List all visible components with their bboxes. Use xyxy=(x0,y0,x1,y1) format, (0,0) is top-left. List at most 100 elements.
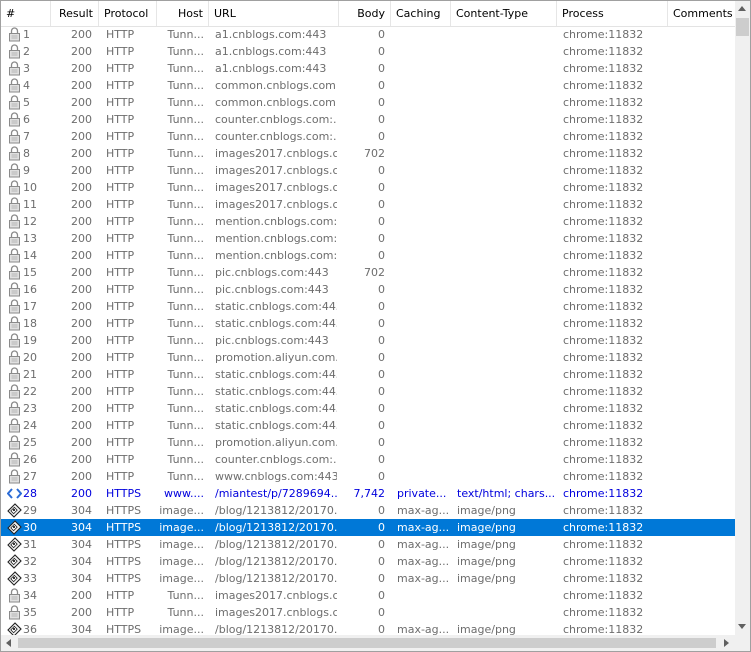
session-row[interactable]: 17 200 HTTP Tunn... static.cnblogs.com:443 0 c… xyxy=(1,298,735,315)
column-header-num[interactable]: # xyxy=(1,1,51,26)
column-header-protocol[interactable]: Protocol xyxy=(99,1,157,26)
cell-result: 200 xyxy=(71,96,92,109)
session-row[interactable]: 24 200 HTTP Tunn... static.cnblogs.com:443 0 c… xyxy=(1,417,735,434)
cell-protocol: HTTP xyxy=(106,181,135,194)
cell-caching xyxy=(397,128,449,145)
cell-caching xyxy=(397,111,449,128)
column-header-result[interactable]: Result xyxy=(51,1,99,26)
scroll-down-arrow-icon[interactable] xyxy=(738,624,746,629)
session-row[interactable]: 2 200 HTTP Tunn... a1.cnblogs.com:443 0 chrome… xyxy=(1,43,735,60)
scroll-left-arrow-icon[interactable] xyxy=(6,639,11,647)
session-row[interactable]: 14 200 HTTP Tunn... mention.cnblogs.com:... 0… xyxy=(1,247,735,264)
session-row[interactable]: 5 200 HTTP Tunn... common.cnblogs.com:... 0 ch… xyxy=(1,94,735,111)
horizontal-scroll-thumb[interactable] xyxy=(18,638,716,648)
session-row[interactable]: 6 200 HTTP Tunn... counter.cnblogs.com:... 0 c… xyxy=(1,111,735,128)
vertical-scroll-thumb[interactable] xyxy=(736,18,749,36)
session-row[interactable]: 32 304 HTTPS image... /blog/1213812/20170...… xyxy=(1,553,735,570)
cell-num: 20 xyxy=(23,351,37,364)
session-row[interactable]: 20 200 HTTP Tunn... promotion.aliyun.com... 0… xyxy=(1,349,735,366)
cell-content-type xyxy=(457,587,555,604)
cell-process: chrome:11832 xyxy=(563,181,644,194)
session-row[interactable]: 34 200 HTTP Tunn... images2017.cnblogs.c... 0… xyxy=(1,587,735,604)
cell-caching xyxy=(397,315,449,332)
session-row[interactable]: 23 200 HTTP Tunn... static.cnblogs.com:443 0 c… xyxy=(1,400,735,417)
cell-host: Tunn... xyxy=(167,164,204,177)
session-row[interactable]: 1 200 HTTP Tunn... a1.cnblogs.com:443 0 chrome… xyxy=(1,26,735,43)
session-row[interactable]: 15 200 HTTP Tunn... pic.cnblogs.com:443 702 ch… xyxy=(1,264,735,281)
cell-body: 0 xyxy=(378,283,385,296)
session-row[interactable]: 27 200 HTTP Tunn... www.cnblogs.com:443 0 chro… xyxy=(1,468,735,485)
session-row[interactable]: 28 200 HTTPS www.... /miantest/p/7289694....… xyxy=(1,485,735,502)
session-row[interactable]: 7 200 HTTP Tunn... counter.cnblogs.com:... 0 c… xyxy=(1,128,735,145)
cell-result: 304 xyxy=(71,521,92,534)
cell-result: 200 xyxy=(71,436,92,449)
session-row[interactable]: 22 200 HTTP Tunn... static.cnblogs.com:443 0 c… xyxy=(1,383,735,400)
session-row[interactable]: 26 200 HTTP Tunn... counter.cnblogs.com:... 0… xyxy=(1,451,735,468)
cell-comments xyxy=(674,604,734,621)
scroll-up-arrow-icon[interactable] xyxy=(738,6,746,11)
cell-process: chrome:11832 xyxy=(563,164,644,177)
session-row[interactable]: 25 200 HTTP Tunn... promotion.aliyun.com... 0… xyxy=(1,434,735,451)
session-row[interactable]: 18 200 HTTP Tunn... static.cnblogs.com:443 0 c… xyxy=(1,315,735,332)
cell-process: chrome:11832 xyxy=(563,96,644,109)
lock-icon xyxy=(7,180,22,195)
cell-content-type: image/png xyxy=(457,572,516,585)
cell-content-type xyxy=(457,111,555,128)
cell-content-type xyxy=(457,349,555,366)
cell-comments xyxy=(674,485,734,502)
lock-icon xyxy=(7,469,22,484)
horizontal-scrollbar[interactable] xyxy=(1,635,735,651)
cell-body: 0 xyxy=(378,504,385,517)
cell-content-type xyxy=(457,315,555,332)
session-row[interactable]: 11 200 HTTP Tunn... images2017.cnblogs.c... 0… xyxy=(1,196,735,213)
session-row[interactable]: 12 200 HTTP Tunn... mention.cnblogs.com:... 0… xyxy=(1,213,735,230)
cell-comments xyxy=(674,26,734,43)
cell-process: chrome:11832 xyxy=(563,453,644,466)
cell-result: 200 xyxy=(71,589,92,602)
cell-content-type xyxy=(457,264,555,281)
session-row[interactable]: 35 200 HTTP Tunn... images2017.cnblogs.c... 0… xyxy=(1,604,735,621)
session-row[interactable]: 9 200 HTTP Tunn... images2017.cnblogs.c... 0 c… xyxy=(1,162,735,179)
scroll-right-arrow-icon[interactable] xyxy=(724,639,729,647)
session-row[interactable]: 31 304 HTTPS image... /blog/1213812/20170...… xyxy=(1,536,735,553)
session-row[interactable]: 29 304 HTTPS image... /blog/1213812/20170...… xyxy=(1,502,735,519)
session-row[interactable]: 4 200 HTTP Tunn... common.cnblogs.com:... 0 ch… xyxy=(1,77,735,94)
column-header-content-type[interactable]: Content-Type xyxy=(451,1,557,26)
cell-content-type xyxy=(457,332,555,349)
image-file-icon xyxy=(7,571,22,586)
cell-result: 200 xyxy=(71,249,92,262)
cell-host: Tunn... xyxy=(167,317,204,330)
cell-protocol: HTTP xyxy=(106,62,135,75)
column-header-caching[interactable]: Caching xyxy=(391,1,451,26)
cell-process: chrome:11832 xyxy=(563,334,644,347)
session-row[interactable]: 21 200 HTTP Tunn... static.cnblogs.com:443 0 c… xyxy=(1,366,735,383)
session-row[interactable]: 13 200 HTTP Tunn... mention.cnblogs.com:... 0… xyxy=(1,230,735,247)
column-header-comments[interactable]: Comments xyxy=(668,1,735,26)
cell-num: 30 xyxy=(23,521,37,534)
column-header-body[interactable]: Body xyxy=(339,1,391,26)
cell-result: 200 xyxy=(71,232,92,245)
vertical-scrollbar[interactable] xyxy=(735,1,750,635)
session-row[interactable]: 30 304 HTTPS image... /blog/1213812/20170...… xyxy=(1,519,735,536)
cell-content-type xyxy=(457,179,555,196)
column-header-process[interactable]: Process xyxy=(557,1,668,26)
cell-comments xyxy=(674,417,734,434)
cell-num: 33 xyxy=(23,572,37,585)
column-header-host[interactable]: Host xyxy=(157,1,209,26)
cell-process: chrome:11832 xyxy=(563,368,644,381)
cell-process: chrome:11832 xyxy=(563,215,644,228)
cell-url: images2017.cnblogs.c... xyxy=(215,181,337,194)
session-row[interactable]: 16 200 HTTP Tunn... pic.cnblogs.com:443 0 chro… xyxy=(1,281,735,298)
session-row[interactable]: 3 200 HTTP Tunn... a1.cnblogs.com:443 0 chrome… xyxy=(1,60,735,77)
session-row[interactable]: 33 304 HTTPS image... /blog/1213812/20170...… xyxy=(1,570,735,587)
session-row[interactable]: 19 200 HTTP Tunn... pic.cnblogs.com:443 0 chro… xyxy=(1,332,735,349)
cell-process: chrome:11832 xyxy=(563,232,644,245)
cell-protocol: HTTP xyxy=(106,28,135,41)
session-row[interactable]: 8 200 HTTP Tunn... images2017.cnblogs.c... 70… xyxy=(1,145,735,162)
column-header-url[interactable]: URL xyxy=(209,1,339,26)
cell-protocol: HTTP xyxy=(106,215,135,228)
cell-host: Tunn... xyxy=(167,385,204,398)
cell-content-type: image/png xyxy=(457,555,516,568)
cell-content-type xyxy=(457,281,555,298)
session-row[interactable]: 10 200 HTTP Tunn... images2017.cnblogs.c... 0… xyxy=(1,179,735,196)
